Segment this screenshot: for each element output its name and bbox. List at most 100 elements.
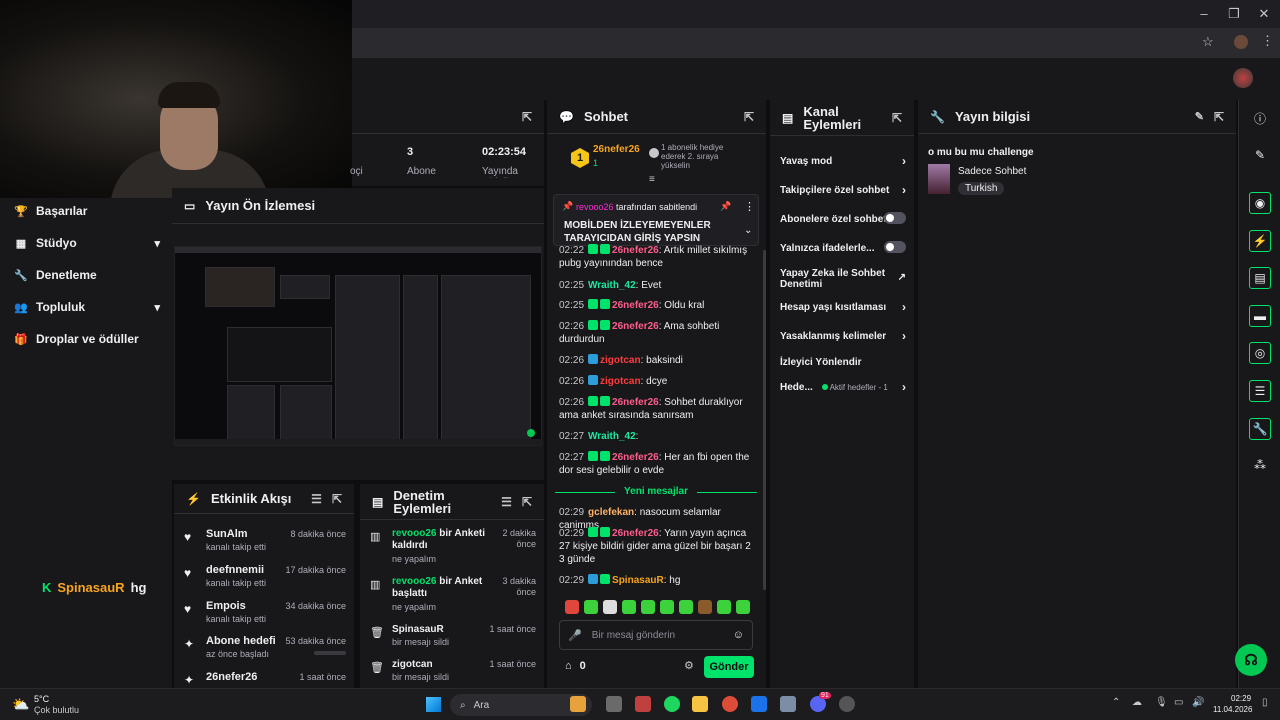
users-icon[interactable]: ⁂ bbox=[1249, 458, 1271, 472]
settings-icon[interactable]: ⚙ bbox=[684, 659, 694, 672]
emote[interactable] bbox=[698, 600, 712, 614]
maximize-icon[interactable]: ❐ bbox=[1224, 6, 1244, 22]
account-age-item[interactable]: Hesap yaşı kısıtlaması › bbox=[780, 301, 906, 313]
message-user[interactable]: gclefekan bbox=[588, 507, 634, 518]
more-icon[interactable]: ⋮ bbox=[744, 200, 755, 213]
chevron-down-icon[interactable]: ⌄ bbox=[744, 225, 752, 236]
message-user[interactable]: Wraith_42 bbox=[588, 280, 636, 291]
chat-icon[interactable]: ▬ bbox=[1249, 305, 1271, 327]
more-menu-icon[interactable]: ⋮ bbox=[1261, 33, 1274, 49]
sidebar-item-moderation[interactable]: 🔧 Denetleme bbox=[14, 268, 160, 282]
star-icon[interactable]: ☆ bbox=[1202, 34, 1214, 50]
mic-icon[interactable]: 🎤 bbox=[568, 629, 582, 642]
emote[interactable] bbox=[736, 600, 750, 614]
popout-icon[interactable]: ⇱ bbox=[522, 110, 532, 124]
windows-start-icon[interactable] bbox=[426, 697, 441, 712]
message-user[interactable]: zigotcan bbox=[600, 355, 641, 366]
weather-temp[interactable]: 5°C bbox=[34, 694, 49, 704]
clipboard-icon[interactable]: ▤ bbox=[1249, 267, 1271, 289]
close-icon[interactable]: ✕ bbox=[1254, 6, 1274, 22]
badge-icon[interactable] bbox=[588, 244, 599, 254]
ai-moderation-item[interactable]: Yapay Zeka ile Sohbet Denetimi ↗ bbox=[780, 268, 906, 290]
subscribers-only-toggle[interactable] bbox=[884, 212, 906, 224]
unpin-icon[interactable]: 📌 bbox=[720, 201, 731, 212]
badge-icon[interactable] bbox=[600, 574, 611, 584]
emote[interactable] bbox=[641, 600, 655, 614]
send-button[interactable]: Gönder bbox=[704, 656, 754, 678]
mod-user[interactable]: SpinasauR bbox=[392, 624, 492, 636]
tray-icon[interactable]: ☁ bbox=[1132, 697, 1142, 708]
filter-icon[interactable]: ☰ bbox=[311, 492, 322, 506]
clock-time[interactable]: 02:29 bbox=[1231, 694, 1251, 703]
message-user[interactable]: zigotcan bbox=[600, 376, 641, 387]
language-tag[interactable]: Turkish bbox=[958, 182, 1005, 195]
obs-icon[interactable] bbox=[839, 696, 855, 712]
clock-date[interactable]: 11.04.2026 bbox=[1213, 705, 1252, 714]
volume-icon[interactable]: 🔊 bbox=[1192, 697, 1204, 708]
badge-icon[interactable] bbox=[600, 396, 611, 406]
message-user[interactable]: SpinasauR bbox=[612, 575, 664, 586]
emotes-only-toggle[interactable] bbox=[884, 241, 906, 253]
message-user[interactable]: 26nefer26 bbox=[612, 452, 659, 463]
filter-icon[interactable]: ☰ bbox=[501, 495, 512, 509]
popout-icon[interactable]: ⇱ bbox=[744, 110, 754, 124]
sidebar-item-achievements[interactable]: 🏆 Başarılar bbox=[14, 204, 160, 218]
banned-words-item[interactable]: Yasaklanmış kelimeler › bbox=[780, 330, 906, 342]
camera-icon[interactable]: ◉ bbox=[1249, 192, 1271, 214]
edit-icon[interactable]: ✎ bbox=[1195, 110, 1204, 123]
emote[interactable] bbox=[660, 600, 674, 614]
badge-icon[interactable] bbox=[588, 354, 599, 364]
category-name[interactable]: Sadece Sohbet bbox=[958, 166, 1026, 177]
user-avatar[interactable] bbox=[1233, 68, 1253, 88]
mod-user[interactable]: revooo26 bbox=[392, 528, 436, 539]
activity-user[interactable]: 26nefer26 bbox=[206, 671, 257, 683]
badge-icon[interactable] bbox=[588, 574, 599, 584]
message-user[interactable]: 26nefer26 bbox=[612, 300, 659, 311]
wrench-icon[interactable]: 🔧 bbox=[1249, 418, 1271, 440]
raid-item[interactable]: İzleyici Yönlendir bbox=[780, 357, 906, 368]
emote[interactable] bbox=[565, 600, 579, 614]
message-user[interactable]: 26nefer26 bbox=[612, 321, 659, 332]
emote[interactable] bbox=[584, 600, 598, 614]
activity-user[interactable]: Empois bbox=[206, 600, 246, 612]
pinned-by-user[interactable]: revooo26 bbox=[576, 202, 614, 212]
chat-scrollbar[interactable] bbox=[763, 250, 766, 590]
task-view-icon[interactable] bbox=[606, 696, 622, 712]
channel-points[interactable]: ⌂ 0 bbox=[565, 660, 586, 672]
chrome-icon[interactable] bbox=[722, 696, 738, 712]
emote[interactable] bbox=[622, 600, 636, 614]
badge-icon[interactable] bbox=[588, 320, 599, 330]
emote[interactable] bbox=[603, 600, 617, 614]
sidebar-item-studio[interactable]: ▦ Stüdyo ▾ bbox=[14, 236, 160, 250]
pencil-icon[interactable]: ✎ bbox=[1249, 148, 1271, 162]
badge-icon[interactable] bbox=[588, 396, 599, 406]
info-icon[interactable]: ⓘ bbox=[1249, 110, 1271, 127]
emoji-icon[interactable]: ☺ bbox=[733, 629, 744, 641]
mod-user[interactable]: zigotcan bbox=[392, 659, 492, 671]
mail-icon[interactable] bbox=[751, 696, 767, 712]
message-user[interactable]: 26nefer26 bbox=[612, 245, 659, 256]
goals-item[interactable]: Hede... Aktif hedefler - 1 › bbox=[780, 381, 906, 393]
app-icon[interactable] bbox=[780, 696, 796, 712]
news-icon[interactable] bbox=[570, 696, 586, 712]
activity-user[interactable]: SunAlm bbox=[206, 528, 248, 540]
help-button[interactable]: ☊ bbox=[1235, 644, 1267, 676]
preview-video[interactable] bbox=[174, 246, 542, 446]
badge-icon[interactable] bbox=[588, 451, 599, 461]
popout-icon[interactable]: ⇱ bbox=[332, 492, 342, 506]
broadcast-icon[interactable]: ◎ bbox=[1249, 342, 1271, 364]
badge-icon[interactable] bbox=[600, 527, 611, 537]
bolt-icon[interactable]: ⚡ bbox=[1249, 230, 1271, 252]
message-user[interactable]: 26nefer26 bbox=[612, 397, 659, 408]
message-user[interactable]: Wraith_42 bbox=[588, 431, 636, 442]
popout-icon[interactable]: ⇱ bbox=[1214, 110, 1224, 124]
store-icon[interactable] bbox=[635, 696, 651, 712]
followers-only-item[interactable]: Takipçilere özel sohbet › bbox=[780, 184, 906, 196]
badge-icon[interactable] bbox=[588, 375, 599, 385]
minimize-icon[interactable]: – bbox=[1194, 6, 1214, 21]
category-thumbnail[interactable] bbox=[928, 164, 950, 194]
microphone-icon[interactable]: 🎙 bbox=[1155, 697, 1168, 708]
slow-mode-item[interactable]: Yavaş mod › bbox=[780, 155, 906, 167]
activity-user[interactable]: deefnnemii bbox=[206, 564, 264, 576]
channel-name[interactable]: SpinasauR bbox=[57, 580, 124, 595]
